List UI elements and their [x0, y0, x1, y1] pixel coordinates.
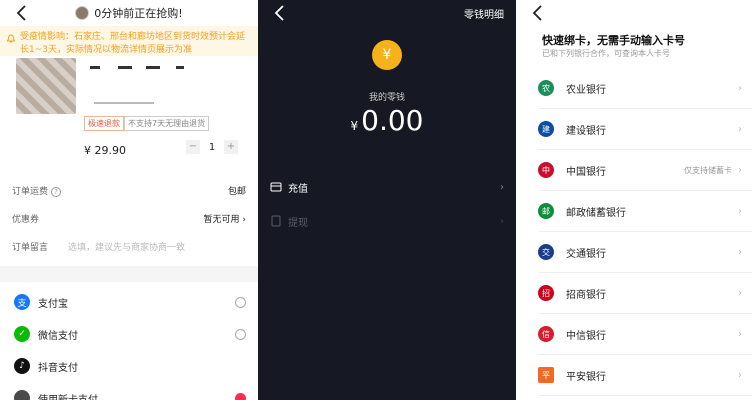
- order-title: 0分钟前正在抢购!: [94, 7, 183, 20]
- obscured-text: [146, 66, 160, 69]
- coupon-value: 暂无可用 ›: [203, 215, 246, 225]
- bank-item-ccb[interactable]: 建 建设银行 ›: [538, 109, 752, 150]
- bind-subheading: 已和下列银行合作，可查询本人卡号: [542, 49, 670, 58]
- bank-item-citic[interactable]: 信 中信银行 ›: [538, 314, 752, 355]
- abc-bank-icon: 农: [538, 80, 554, 96]
- radio-button[interactable]: [235, 296, 246, 308]
- order-panel: 0分钟前正在抢购! 受疫情影响：石家庄、邢台和廊坊地区到货时效预计会延长1~3天…: [0, 0, 258, 400]
- recharge-icon: [270, 182, 282, 192]
- chevron-right-icon: ›: [738, 328, 742, 340]
- douyin-icon: ♪: [14, 358, 30, 374]
- bind-header: [516, 0, 752, 26]
- withdraw-icon: [271, 215, 281, 227]
- wallet-header: 零钱明细: [258, 0, 516, 26]
- chevron-right-icon: ›: [738, 123, 742, 135]
- bank-item-psbc[interactable]: 邮 邮政储蓄银行 ›: [538, 191, 752, 232]
- bocom-bank-icon: 交: [538, 244, 554, 260]
- decrease-button[interactable]: −: [186, 140, 200, 154]
- card-icon: [14, 390, 30, 400]
- back-arrow-icon[interactable]: [528, 3, 548, 23]
- product-price: ¥ 29.90: [84, 144, 126, 157]
- bell-icon: [6, 34, 16, 43]
- shipping-value: 包邮: [227, 187, 246, 197]
- recharge-row[interactable]: 充值 ›: [270, 176, 504, 198]
- psbc-bank-icon: 邮: [538, 203, 554, 219]
- obscured-text: [94, 102, 154, 104]
- chevron-right-icon: ›: [738, 205, 742, 217]
- radio-button-selected[interactable]: [235, 392, 246, 400]
- help-icon[interactable]: ?: [51, 187, 62, 197]
- chevron-right-icon: ›: [738, 82, 742, 94]
- chevron-right-icon: ›: [500, 181, 504, 193]
- buyer-avatar: [75, 6, 90, 20]
- wechat-pay-icon: ✓: [14, 326, 30, 342]
- bank-item-abc[interactable]: 农 农业银行 ›: [538, 68, 752, 109]
- message-row: 订单留言 选填，建议先与商家协商一致: [12, 240, 246, 253]
- coin-icon: ¥: [372, 40, 402, 70]
- coupon-row[interactable]: 优惠券 暂无可用 ›: [12, 212, 246, 225]
- bank-item-cmb[interactable]: 招 招商银行 ›: [538, 273, 752, 314]
- wallet-label: 我的零钱: [368, 93, 405, 103]
- bind-card-panel: 快速绑卡，无需手动输入卡号 已和下列银行合作，可查询本人卡号 农 农业银行 › …: [516, 0, 752, 400]
- chevron-right-icon: ›: [738, 164, 742, 176]
- chevron-right-icon: ›: [500, 215, 504, 227]
- alipay-icon: 支: [14, 294, 30, 310]
- withdraw-row[interactable]: 提现 ›: [270, 210, 504, 232]
- shipping-row: 订单运费? 包邮: [12, 184, 246, 197]
- payment-new-card[interactable]: 使用新卡支付: [14, 388, 246, 400]
- radio-button[interactable]: [235, 328, 246, 340]
- payment-alipay[interactable]: 支 支付宝: [14, 292, 246, 312]
- product-card: 极速退款 不支持7天无理由退货 ¥ 29.90 − 1 + 订单运费? 包邮 优…: [0, 56, 258, 266]
- bind-heading: 快速绑卡，无需手动输入卡号: [542, 34, 685, 47]
- obscured-text: [118, 66, 132, 69]
- wallet-balance: ¥0.00: [350, 104, 424, 137]
- bank-item-bocom[interactable]: 交 交通银行 ›: [538, 232, 752, 273]
- quantity-stepper: − 1 +: [186, 140, 238, 154]
- cmb-bank-icon: 招: [538, 285, 554, 301]
- bank-item-pingan[interactable]: 平 平安银行 ›: [538, 355, 752, 396]
- obscured-text: [90, 66, 100, 69]
- obscured-text: [176, 66, 184, 69]
- ccb-bank-icon: 建: [538, 121, 554, 137]
- notice-text: 受疫情影响：石家庄、邢台和廊坊地区到货时效预计会延长1~3天，实际情况以物流详情…: [20, 32, 246, 55]
- chevron-right-icon: ›: [738, 246, 742, 258]
- back-arrow-icon[interactable]: [270, 3, 290, 23]
- chevron-right-icon: ›: [738, 369, 742, 381]
- pingan-bank-icon: 平: [538, 367, 554, 383]
- back-arrow-icon[interactable]: [12, 3, 32, 23]
- boc-bank-icon: 中: [538, 162, 554, 178]
- wallet-panel: 零钱明细 ¥ 我的零钱 ¥0.00 充值 › 提现 ›: [258, 0, 516, 400]
- tag-no-return: 不支持7天无理由退货: [124, 116, 210, 131]
- tag-fast-refund: 极速退款: [84, 116, 124, 131]
- chevron-right-icon: ›: [738, 287, 742, 299]
- payment-methods: 支 支付宝 ✓ 微信支付 ♪ 抖音支付 使用新卡支付: [0, 282, 258, 400]
- payment-wechat[interactable]: ✓ 微信支付: [14, 324, 246, 344]
- increase-button[interactable]: +: [224, 140, 238, 154]
- epidemic-notice: 受疫情影响：石家庄、邢台和廊坊地区到货时效预计会延长1~3天，实际情况以物流详情…: [0, 26, 258, 56]
- product-thumbnail[interactable]: [16, 58, 76, 114]
- message-input[interactable]: 选填，建议先与商家协商一致: [68, 240, 185, 253]
- bank-item-boc[interactable]: 中 中国银行 仅支持储蓄卡 ›: [538, 150, 752, 191]
- payment-douyin[interactable]: ♪ 抖音支付: [14, 356, 246, 376]
- order-header: 0分钟前正在抢购!: [0, 0, 258, 26]
- citic-bank-icon: 信: [538, 326, 554, 342]
- quantity-value: 1: [208, 141, 216, 153]
- bank-note: 仅支持储蓄卡: [684, 165, 732, 175]
- wallet-detail-link[interactable]: 零钱明细: [464, 6, 504, 21]
